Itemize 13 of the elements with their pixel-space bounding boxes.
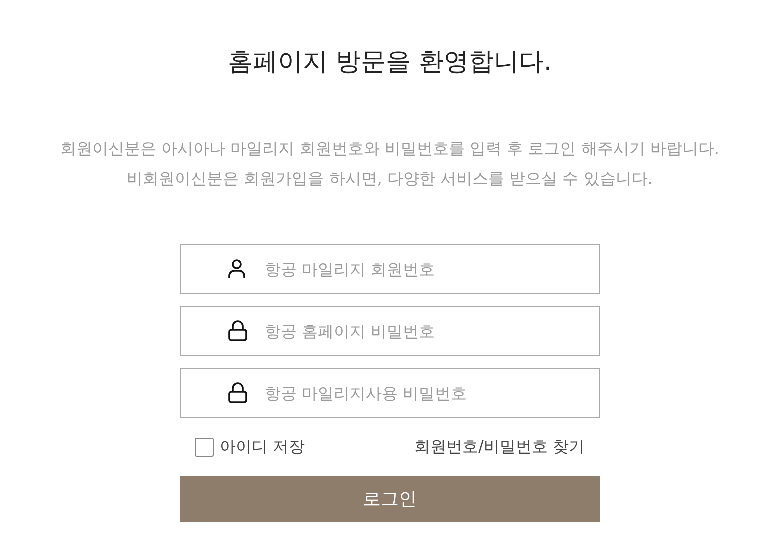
lock-icon bbox=[228, 382, 248, 404]
user-icon bbox=[228, 259, 246, 279]
remember-checkbox[interactable] bbox=[195, 438, 214, 456]
page-title: 홈페이지 방문을 환영합니다. bbox=[228, 46, 552, 78]
lock-icon bbox=[228, 320, 248, 342]
intro-text: 비회원이신분은 회원가입을 하시면, 다양한 서비스를 받으실 수 있습니다. bbox=[127, 168, 653, 190]
find-account-link[interactable]: 회원번호/비밀번호 찾기 bbox=[414, 435, 585, 459]
intro-text: 회원이신분은 아시아나 마일리지 회원번호와 비밀번호를 입력 후 로그인 해주시기 바랍니다. bbox=[60, 138, 720, 160]
input-field[interactable]: 항공 마일리지사용 비밀번호 bbox=[180, 368, 600, 418]
login-button[interactable]: 로그인 bbox=[180, 476, 600, 522]
input-field[interactable]: 항공 홈페이지 비밀번호 bbox=[180, 306, 600, 356]
input-field[interactable]: 항공 마일리지 회원번호 bbox=[180, 244, 600, 294]
remember-label: 아이디 저장 bbox=[220, 436, 306, 458]
